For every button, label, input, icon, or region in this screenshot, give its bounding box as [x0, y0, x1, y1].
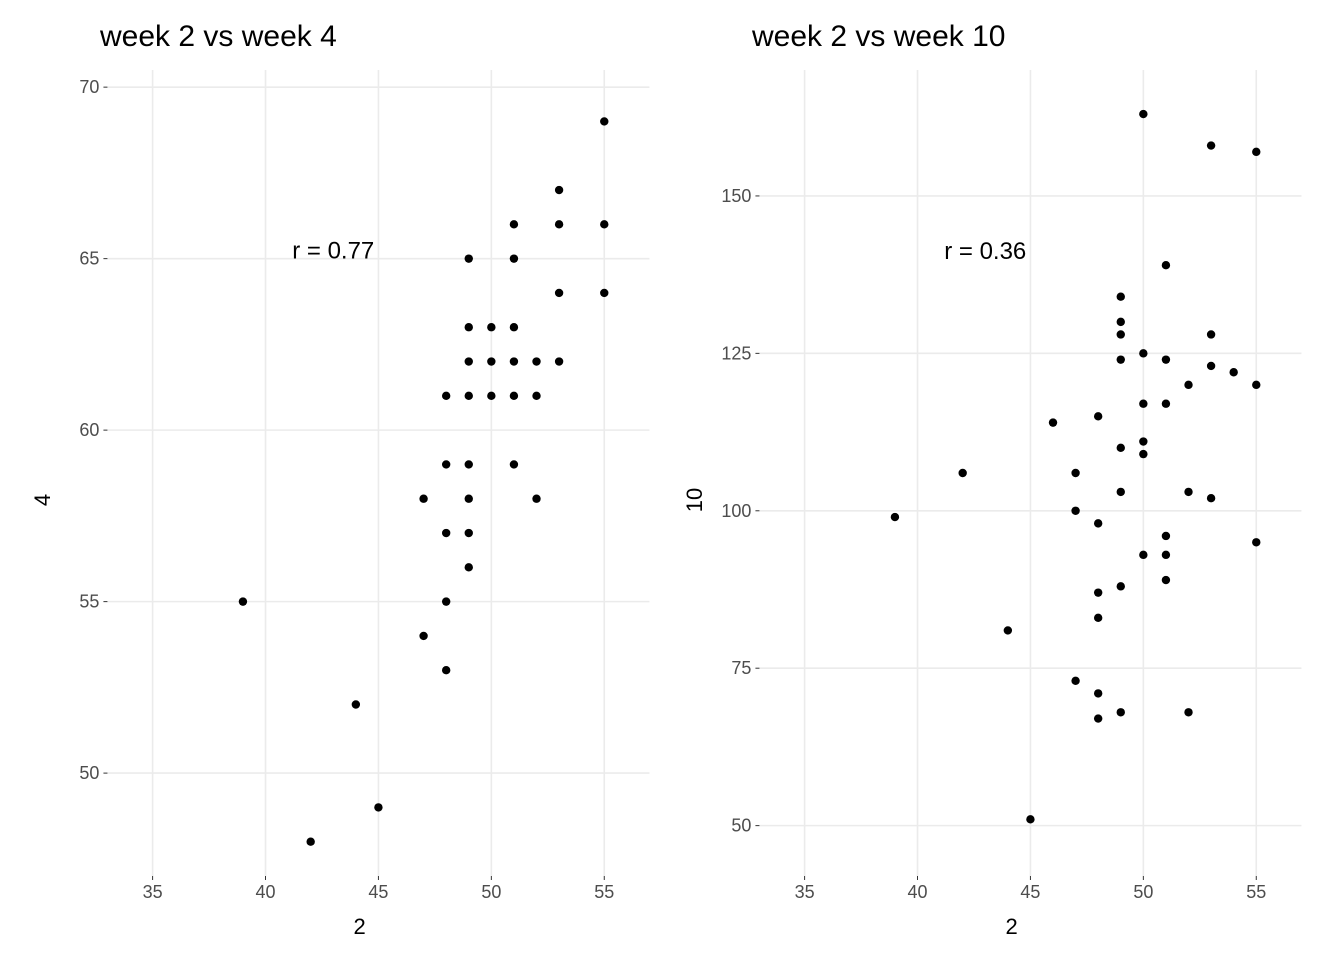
- svg-text:55: 55: [80, 592, 100, 612]
- plot-col-1: 35 40 45 50 55 50 75 100 125 150 r = 0.36 2: [709, 60, 1314, 940]
- panel-right: week 2 vs week 10 10 35 40 45 50 55 50 75 100 12…: [682, 10, 1314, 940]
- svg-text:60: 60: [80, 420, 100, 440]
- figure: week 2 vs week 4 4 35 40 45 50 55 50 55 60 65 70 r…: [0, 0, 1344, 960]
- svg-text:45: 45: [369, 882, 389, 902]
- svg-text:r = 0.36: r = 0.36: [944, 238, 1026, 265]
- x-axis-label-0: 2: [57, 914, 662, 940]
- svg-text:50: 50: [80, 763, 100, 783]
- svg-text:150: 150: [722, 186, 752, 206]
- svg-text:40: 40: [256, 882, 276, 902]
- svg-text:100: 100: [722, 501, 752, 521]
- scatter-plot-0: 35 40 45 50 55 50 55 60 65 70 r = 0.77: [57, 60, 662, 912]
- svg-text:75: 75: [732, 658, 752, 678]
- svg-text:125: 125: [722, 343, 752, 363]
- svg-text:50: 50: [1133, 882, 1153, 902]
- svg-text:35: 35: [143, 882, 163, 902]
- y-axis-label-0: 4: [30, 60, 57, 940]
- svg-text:r = 0.77: r = 0.77: [292, 238, 374, 265]
- svg-text:65: 65: [80, 249, 100, 269]
- plot-wrap-0: 4 35 40 45 50 55 50 55 60 65 70 r = 0.77 2: [30, 60, 662, 940]
- svg-text:50: 50: [481, 882, 501, 902]
- chart-title-1: week 2 vs week 10: [752, 20, 1314, 54]
- svg-text:50: 50: [732, 816, 752, 836]
- svg-text:35: 35: [795, 882, 815, 902]
- plot-col-0: 35 40 45 50 55 50 55 60 65 70 r = 0.77 2: [57, 60, 662, 940]
- y-axis-label-1: 10: [682, 60, 709, 940]
- plot-wrap-1: 10 35 40 45 50 55 50 75 100 125 150 r = 0.36 2: [682, 60, 1314, 940]
- chart-title-0: week 2 vs week 4: [100, 20, 662, 54]
- scatter-plot-1: 35 40 45 50 55 50 75 100 125 150 r = 0.36: [709, 60, 1314, 912]
- svg-text:40: 40: [908, 882, 928, 902]
- svg-text:70: 70: [80, 77, 100, 97]
- svg-text:55: 55: [594, 882, 614, 902]
- panel-left: week 2 vs week 4 4 35 40 45 50 55 50 55 60 65 70 r…: [30, 10, 662, 940]
- x-axis-label-1: 2: [709, 914, 1314, 940]
- svg-text:55: 55: [1246, 882, 1266, 902]
- svg-text:45: 45: [1021, 882, 1041, 902]
